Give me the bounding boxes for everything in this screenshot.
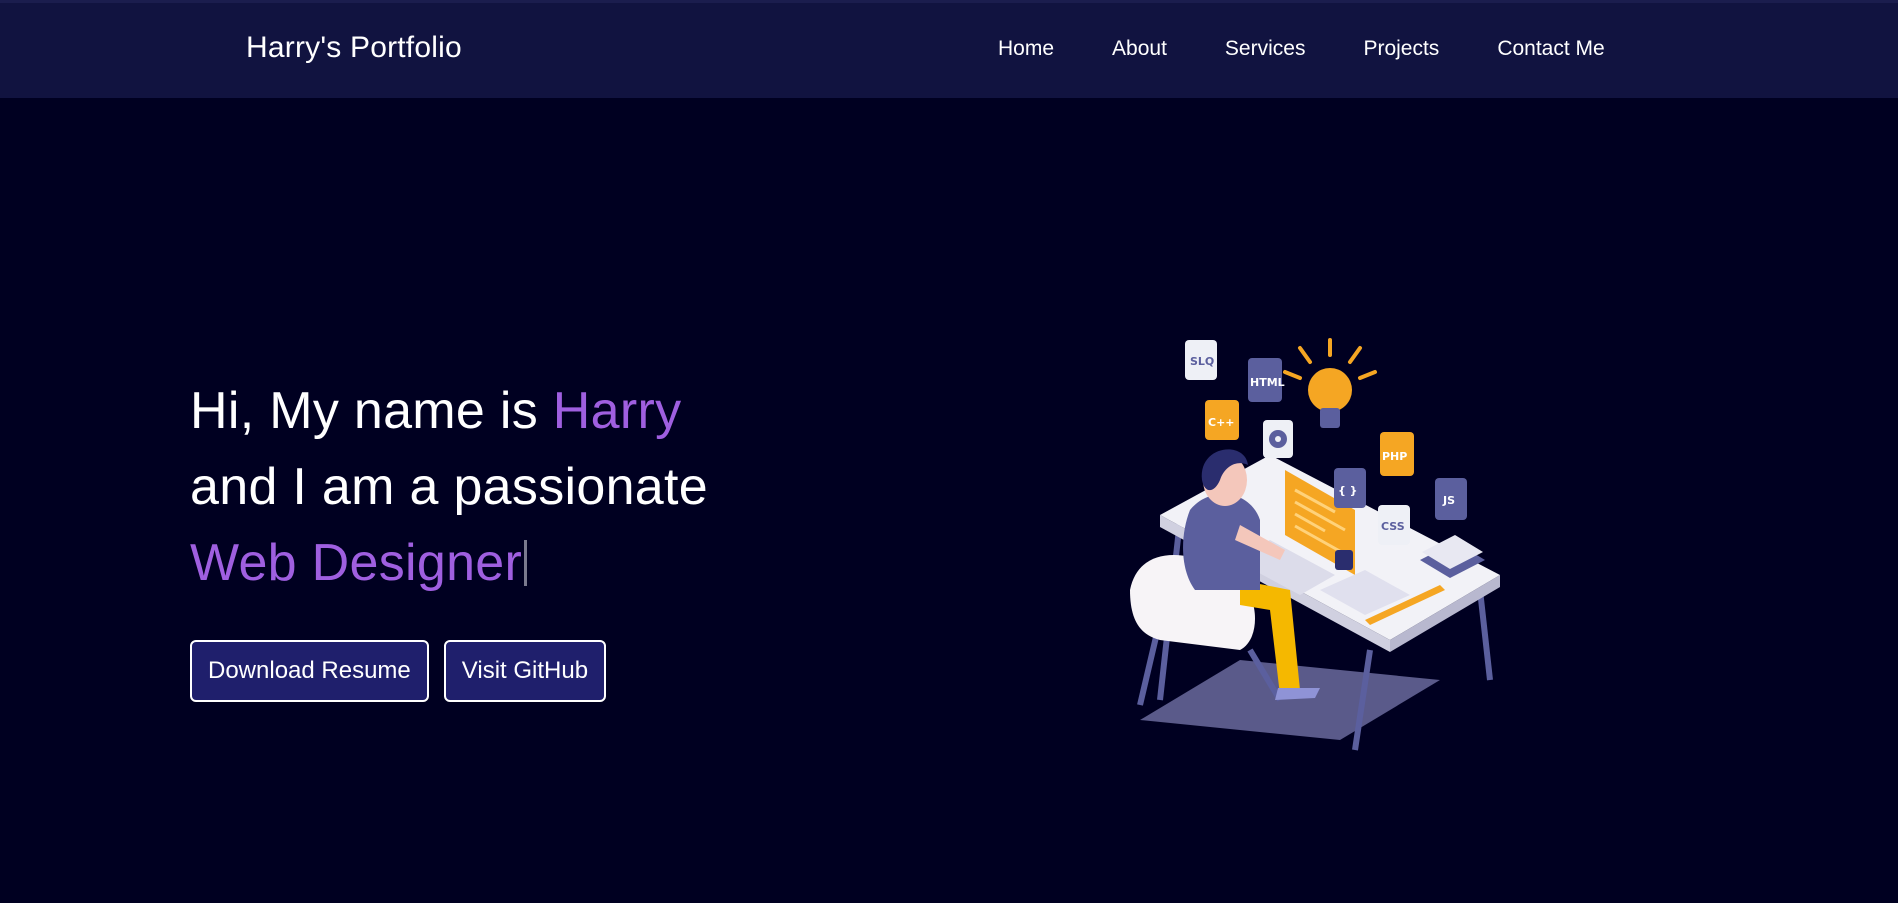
php-chip: PHP xyxy=(1380,432,1414,476)
hero-name: Harry xyxy=(552,382,682,440)
hero-line-1: Hi, My name is Harry xyxy=(190,373,708,449)
css-chip: CSS xyxy=(1378,505,1410,545)
svg-text:JS: JS xyxy=(1442,494,1455,507)
braces-chip: { } xyxy=(1334,468,1366,508)
nav-link-services[interactable]: Services xyxy=(1225,37,1306,61)
svg-text:SLQ: SLQ xyxy=(1190,355,1214,368)
svg-text:C++: C++ xyxy=(1208,416,1235,429)
nav-links: Home About Services Projects Contact Me xyxy=(998,37,1605,61)
navbar: Harry's Portfolio Home About Services Pr… xyxy=(0,0,1898,98)
nav-link-home[interactable]: Home xyxy=(998,37,1054,61)
nav-link-contact[interactable]: Contact Me xyxy=(1497,37,1604,61)
developer-illustration: SLQ HTML C++ PHP JS CSS { } xyxy=(1130,338,1500,751)
hero-line-3: Web Designer xyxy=(190,525,708,601)
desk-leg xyxy=(1477,589,1493,681)
sql-chip: SLQ xyxy=(1185,340,1217,380)
cpp-chip: C++ xyxy=(1205,400,1239,440)
svg-text:HTML: HTML xyxy=(1250,376,1285,389)
typed-role: Web Designer xyxy=(190,534,523,592)
lightbulb-icon xyxy=(1283,338,1377,428)
typing-cursor xyxy=(524,540,528,586)
site-brand[interactable]: Harry's Portfolio xyxy=(246,31,462,65)
html-chip: HTML xyxy=(1248,358,1285,402)
hero-line-2: and I am a passionate xyxy=(190,458,708,516)
js-chip: JS xyxy=(1435,478,1467,520)
hero-buttons: Download Resume Visit GitHub xyxy=(190,640,607,702)
gear-chip xyxy=(1263,420,1293,458)
hero-heading: Hi, My name is Harry and I am a passiona… xyxy=(190,373,708,601)
coffee-mug xyxy=(1335,550,1353,570)
download-resume-button[interactable]: Download Resume xyxy=(190,640,429,702)
svg-text:{ }: { } xyxy=(1338,484,1358,497)
hero-greeting: Hi, My name is xyxy=(190,382,553,440)
nav-link-projects[interactable]: Projects xyxy=(1363,37,1439,61)
svg-text:CSS: CSS xyxy=(1381,520,1405,533)
svg-text:PHP: PHP xyxy=(1382,450,1407,463)
nav-link-about[interactable]: About xyxy=(1112,37,1167,61)
visit-github-button[interactable]: Visit GitHub xyxy=(443,640,607,702)
